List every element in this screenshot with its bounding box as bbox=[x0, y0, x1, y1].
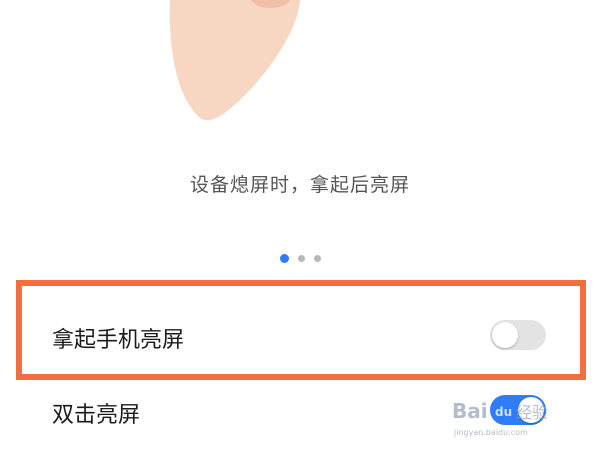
toggle-knob bbox=[492, 322, 518, 348]
setting-label: 拿起手机亮屏 bbox=[52, 328, 185, 353]
svg-text:jingyan.baidu.com: jingyan.baidu.com bbox=[453, 428, 528, 437]
page-dot[interactable] bbox=[297, 255, 305, 262]
svg-text:Bai: Bai bbox=[452, 399, 488, 423]
page-dot[interactable] bbox=[313, 255, 321, 262]
svg-text:du: du bbox=[495, 405, 512, 419]
svg-text:经验: 经验 bbox=[516, 403, 548, 422]
page-indicator bbox=[0, 254, 600, 263]
raise-to-wake-toggle[interactable] bbox=[490, 320, 546, 350]
feature-description: 设备熄屏时，拿起后亮屏 bbox=[189, 174, 410, 196]
page-dot-active[interactable] bbox=[279, 254, 289, 263]
hand-illustration bbox=[169, 0, 300, 121]
baidu-watermark-logo: Bai du 经验 jingyan.baidu.com bbox=[452, 399, 548, 437]
setting-row-raise-to-wake[interactable]: 拿起手机亮屏 bbox=[0, 305, 600, 365]
setting-label: 双击亮屏 bbox=[52, 403, 141, 428]
